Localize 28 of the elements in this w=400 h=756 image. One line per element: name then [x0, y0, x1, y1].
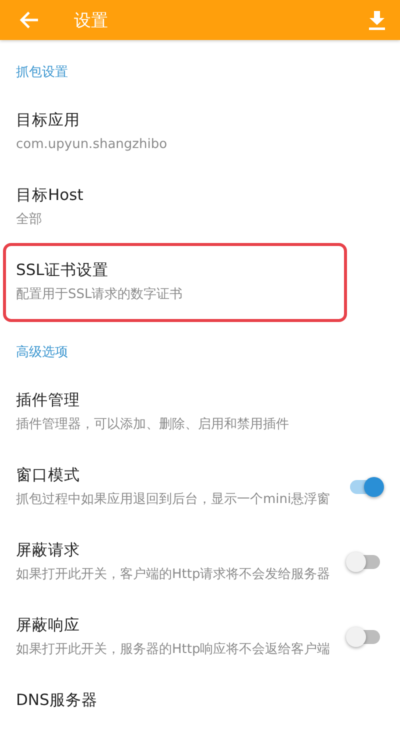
settings-item[interactable]: 插件管理 插件管理器，可以添加、删除、启用和禁用插件	[0, 375, 400, 450]
item-summary: com.upyun.shangzhibo	[16, 136, 168, 154]
section-header: 高级选项	[15, 344, 69, 362]
item-title: SSL证书设置	[16, 260, 110, 281]
settings-item[interactable]: DNS服务器	[0, 675, 400, 727]
item-title: 屏蔽请求	[16, 540, 81, 561]
item-title: 屏蔽响应	[16, 615, 81, 636]
item-title: DNS服务器	[16, 690, 98, 711]
item-title: 目标应用	[16, 110, 81, 131]
item-summary: 配置用于SSL请求的数字证书	[16, 286, 184, 304]
settings-item[interactable]: 目标Host 全部	[0, 170, 400, 245]
item-title: 插件管理	[16, 390, 81, 411]
item-summary: 插件管理器，可以添加、删除、启用和禁用插件	[16, 416, 290, 434]
settings-item[interactable]: 屏蔽请求 如果打开此开关，客户端的Http请求将不会发给服务器	[0, 525, 400, 600]
screen-title: 设置	[74, 10, 109, 32]
item-summary: 如果打开此开关，服务器的Http响应将不会返给客户端	[16, 641, 332, 659]
settings-item[interactable]: SSL证书设置 配置用于SSL请求的数字证书	[0, 245, 400, 320]
section-header: 抓包设置	[15, 64, 69, 82]
back-arrow-icon[interactable]	[19, 11, 39, 29]
download-icon[interactable]	[369, 10, 385, 30]
item-title: 目标Host	[16, 185, 84, 206]
item-summary: 如果打开此开关，客户端的Http请求将不会发给服务器	[16, 566, 332, 584]
settings-item[interactable]: 屏蔽响应 如果打开此开关，服务器的Http响应将不会返给客户端	[0, 600, 400, 675]
settings-item[interactable]: 目标应用 com.upyun.shangzhibo	[0, 95, 400, 170]
settings-item[interactable]: 窗口模式 抓包过程中如果应用退回到后台，显示一个mini悬浮窗	[0, 450, 400, 525]
item-summary: 抓包过程中如果应用退回到后台，显示一个mini悬浮窗	[16, 491, 332, 509]
item-title: 窗口模式	[16, 465, 81, 486]
item-summary: 全部	[16, 211, 43, 229]
